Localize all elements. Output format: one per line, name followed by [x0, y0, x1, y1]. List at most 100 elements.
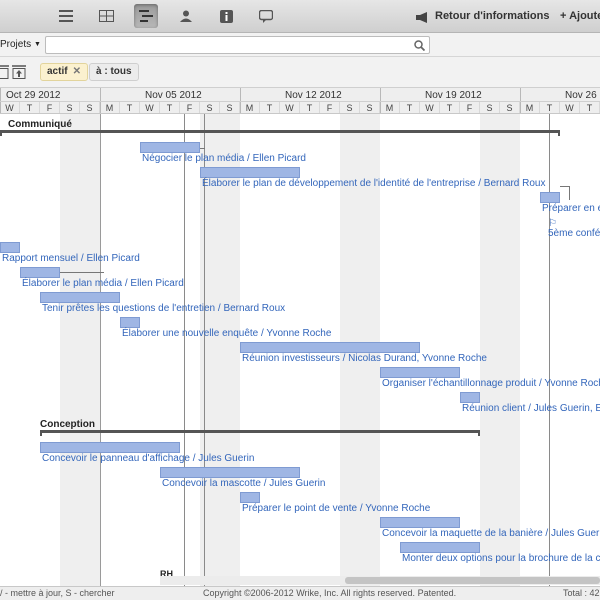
group-summary-bar[interactable] [40, 430, 480, 436]
day-label: T [20, 102, 40, 113]
top-toolbar: Retour d'informations + Ajoute [0, 0, 600, 33]
task-label[interactable]: Négocier le plan média / Ellen Picard [142, 153, 306, 164]
chat-icon[interactable] [254, 4, 278, 28]
day-label: W [0, 102, 20, 113]
group-summary-bar[interactable] [0, 130, 560, 136]
task-label[interactable]: Élaborer le plan média / Ellen Picard [22, 278, 184, 289]
grid-icon[interactable] [94, 4, 118, 28]
task-bar[interactable] [380, 517, 460, 528]
day-label: T [580, 102, 600, 113]
task-label[interactable]: Concevoir la mascotte / Jules Guerin [162, 478, 325, 489]
task-bar[interactable] [0, 242, 20, 253]
gantt-chart: Communiqué Négocier le plan média / Elle… [0, 114, 600, 586]
day-label: W [280, 102, 300, 113]
task-bar[interactable] [460, 392, 480, 403]
filter-bar: Projets ▼ [0, 33, 600, 57]
task-label[interactable]: Réunion investisseurs / Nicolas Durand, … [242, 353, 487, 364]
day-label: S [60, 102, 80, 113]
day-label: S [200, 102, 220, 113]
task-label[interactable]: Tenir prêtes les questions de l'entretie… [42, 303, 285, 314]
week-label: Nov 12 2012 [285, 90, 342, 101]
timeline-header: Oct 29 2012 Nov 05 2012 Nov 12 2012 Nov … [0, 88, 600, 114]
task-bar[interactable] [200, 167, 300, 178]
week-label: Nov 05 2012 [145, 90, 202, 101]
day-label: M [100, 102, 120, 113]
week-label: Nov 19 2012 [425, 90, 482, 101]
task-bar[interactable] [240, 342, 420, 353]
gantt-icon[interactable] [134, 4, 158, 28]
task-label[interactable]: Réunion client / Jules Guerin, Ellen [462, 403, 600, 414]
day-label: W [140, 102, 160, 113]
week-label: Nov 26 2 [565, 90, 600, 101]
search-input[interactable] [45, 36, 430, 54]
filter-chips-row: actif ✕ à : tous [0, 57, 600, 88]
task-bar[interactable] [400, 542, 480, 553]
close-icon[interactable]: ✕ [73, 66, 81, 77]
status-filter-chip[interactable]: actif ✕ [40, 63, 88, 81]
list-icon[interactable] [54, 4, 78, 28]
week-label: Oct 29 2012 [6, 90, 61, 101]
day-label: M [240, 102, 260, 113]
task-bar[interactable] [140, 142, 200, 153]
day-label: S [340, 102, 360, 113]
group-label[interactable]: Communiqué [8, 119, 72, 130]
task-bar[interactable] [380, 367, 460, 378]
task-bar[interactable] [40, 292, 120, 303]
export-icon[interactable] [12, 65, 26, 79]
chevron-down-icon: ▼ [34, 41, 41, 48]
project-select[interactable]: Projets ▼ [0, 36, 44, 53]
total-count: Total : 42 [563, 588, 600, 598]
day-label: T [440, 102, 460, 113]
day-label: S [480, 102, 500, 113]
horizontal-scrollbar[interactable] [345, 577, 600, 584]
project-select-label: Projets [0, 39, 32, 50]
status-bar: / - mettre à jour, S - chercher Copyrigh… [0, 586, 600, 600]
day-label: F [180, 102, 200, 113]
day-label: S [80, 102, 100, 113]
day-label: W [560, 102, 580, 113]
day-label: S [360, 102, 380, 113]
day-label: W [420, 102, 440, 113]
task-label[interactable]: Élaborer le plan de développement de l'i… [202, 178, 545, 189]
search-icon[interactable] [414, 40, 426, 54]
day-label: T [120, 102, 140, 113]
task-label[interactable]: Organiser l'échantillonnage produit / Yv… [382, 378, 600, 389]
task-bar[interactable] [240, 492, 260, 503]
megaphone-icon [415, 5, 429, 29]
task-bar[interactable] [540, 192, 560, 203]
day-label: T [160, 102, 180, 113]
day-label: T [260, 102, 280, 113]
user-icon[interactable] [174, 4, 198, 28]
info-icon[interactable] [214, 4, 238, 28]
task-label[interactable]: Concevoir le panneau d'affichage / Jules… [42, 453, 254, 464]
day-label: M [520, 102, 540, 113]
add-button[interactable]: + Ajoute [560, 10, 600, 22]
day-label: M [380, 102, 400, 113]
status-filter-label: actif [47, 66, 68, 77]
task-label[interactable]: 5ème confér [548, 228, 600, 239]
feedback-link[interactable]: Retour d'informations [435, 10, 549, 22]
task-label[interactable]: Concevoir la maquette de la banière / Ju… [382, 528, 600, 539]
task-bar[interactable] [120, 317, 140, 328]
task-label[interactable]: Rapport mensuel / Ellen Picard [2, 253, 140, 264]
day-label: F [460, 102, 480, 113]
day-label: T [400, 102, 420, 113]
day-row: W T F S S M T W T F S S M T W T F S S M … [0, 101, 600, 113]
keyboard-shortcuts-hint: / - mettre à jour, S - chercher [0, 588, 115, 598]
task-bar[interactable] [160, 467, 300, 478]
day-label: S [500, 102, 520, 113]
day-label: T [300, 102, 320, 113]
task-label[interactable]: Préparer en en [542, 203, 600, 214]
day-label: S [220, 102, 240, 113]
day-label: F [40, 102, 60, 113]
day-label: F [320, 102, 340, 113]
task-label[interactable]: Préparer le point de vente / Yvonne Roch… [242, 503, 430, 514]
copyright-text: Copyright ©2006-2012 Wrike, Inc. All rig… [203, 588, 457, 598]
task-label[interactable]: Monter deux options pour la brochure de … [402, 553, 600, 564]
task-bar[interactable] [40, 442, 180, 453]
assignee-filter-chip[interactable]: à : tous [89, 63, 139, 81]
group-label[interactable]: Conception [40, 419, 95, 430]
task-label[interactable]: Élaborer une nouvelle enquête / Yvonne R… [122, 328, 331, 339]
task-bar[interactable] [20, 267, 60, 278]
day-label: T [540, 102, 560, 113]
